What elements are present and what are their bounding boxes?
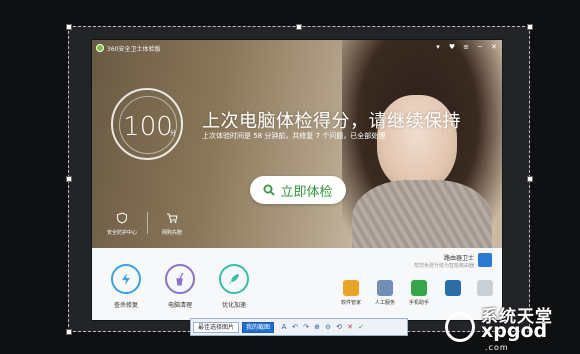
tool-optimize[interactable]: 优化加速 (214, 264, 254, 309)
resize-handle[interactable] (527, 24, 533, 30)
tool-cleanup[interactable]: 电脑清理 (160, 264, 200, 309)
text-tool-icon[interactable]: A (280, 323, 288, 331)
app-title: 360安全卫士体验版 (107, 45, 161, 53)
tool-scan-repair[interactable]: 查杀修复 (106, 264, 146, 309)
phone-assistant-button[interactable]: 手机助手 (404, 280, 434, 306)
site-watermark: 系统天堂 xpgod .com (445, 300, 580, 354)
software-manager-icon (343, 280, 359, 296)
tool-label: 电脑清理 (167, 302, 192, 309)
check-now-button[interactable]: 立即体检 (250, 176, 346, 204)
divider (147, 212, 148, 234)
score-value: 100 (123, 112, 173, 142)
mini-tool-icon (445, 280, 461, 296)
subline: 上次体验时间是 58 分钟前，共修复 7 个问题，已全部处理 (202, 132, 386, 140)
more-tools-button[interactable] (470, 280, 500, 296)
check-now-label: 立即体检 (280, 184, 333, 200)
favorite-icon[interactable]: ♥ (448, 43, 456, 51)
resize-handle[interactable] (66, 176, 72, 182)
title-bar: 360安全卫士体验版 ▾ ♥ ≡ ─ ✕ (92, 40, 502, 56)
dim-overlay (0, 26, 68, 332)
security-center-label: 安全防护中心 (106, 230, 137, 236)
tool-label: 查杀修复 (113, 302, 138, 309)
score-unit: 分 (170, 130, 177, 137)
app-logo-icon (96, 44, 104, 52)
security-center-link[interactable]: 安全防护中心 (102, 212, 142, 236)
zoom-out-icon[interactable]: ⊖ (324, 323, 332, 331)
more-tools-icon (477, 280, 493, 296)
phone-assistant-icon (411, 280, 427, 296)
mini-tool-label: 软件管家 (340, 300, 361, 306)
shield-icon (117, 212, 127, 224)
search-icon (263, 184, 276, 196)
human-service-button[interactable]: 人工服务 (370, 280, 400, 306)
router-title: 路由器卫士 (443, 255, 474, 262)
watermark-logo-icon (445, 312, 475, 342)
dim-overlay (530, 26, 580, 332)
menu-icon[interactable]: ≡ (462, 43, 470, 51)
resize-handle[interactable] (66, 24, 72, 30)
cart-icon (167, 213, 178, 223)
watermark-text: .com (485, 343, 509, 352)
redo-icon[interactable]: ↷ (302, 323, 310, 331)
shopping-guarantee-link[interactable]: 网购先赔 (152, 212, 192, 236)
mini-tool-label: 人工服务 (374, 300, 395, 306)
cancel-icon[interactable]: ✕ (346, 323, 354, 331)
resize-handle[interactable] (296, 24, 302, 30)
router-icon (478, 253, 492, 267)
tools-panel: 查杀修复 电脑清理 优化加速 路由器卫士 帮您免费升级为智能路由器 软件管家 人… (92, 248, 502, 320)
mini-tool-button[interactable] (438, 280, 468, 296)
capture-mode-label[interactable]: 最佳选择图片 (193, 321, 240, 333)
zoom-in-icon[interactable]: ⊕ (313, 323, 321, 331)
capture-toolbar: 最佳选择图片 我的截图 A ↶ ↷ ⊕ ⊖ ⟲ ✕ ✓ (190, 318, 408, 336)
close-button[interactable]: ✕ (490, 43, 498, 51)
router-guard[interactable]: 路由器卫士 帮您免费升级为智能路由器 (392, 252, 492, 272)
tool-label: 优化加速 (221, 302, 246, 309)
capture-name-input[interactable]: 我的截图 (242, 321, 275, 333)
software-manager-button[interactable]: 软件管家 (336, 280, 366, 306)
headline: 上次电脑体检得分，请继续保持 (202, 111, 461, 132)
app-window: 360安全卫士体验版 ▾ ♥ ≡ ─ ✕ 100 分 上次电脑体检得分，请继续保… (92, 40, 502, 320)
undo-icon[interactable]: ↶ (291, 323, 299, 331)
human-service-icon (377, 280, 393, 296)
watermark-text: xpgod (481, 320, 548, 342)
rocket-icon (219, 264, 249, 294)
resize-handle[interactable] (527, 176, 533, 182)
score-ring: 100 分 (111, 88, 183, 160)
skin-dropdown-icon[interactable]: ▾ (434, 43, 442, 51)
broom-icon (165, 264, 195, 294)
bolt-icon (111, 264, 141, 294)
shopping-guarantee-label: 网购先赔 (161, 230, 182, 236)
mini-tool-label: 手机助手 (408, 300, 429, 306)
confirm-icon[interactable]: ✓ (357, 323, 365, 331)
dim-overlay (0, 0, 580, 26)
rotate-icon[interactable]: ⟲ (335, 323, 343, 331)
resize-handle[interactable] (66, 329, 72, 335)
router-subtitle: 帮您免费升级为智能路由器 (413, 263, 474, 269)
minimize-button[interactable]: ─ (476, 43, 484, 51)
